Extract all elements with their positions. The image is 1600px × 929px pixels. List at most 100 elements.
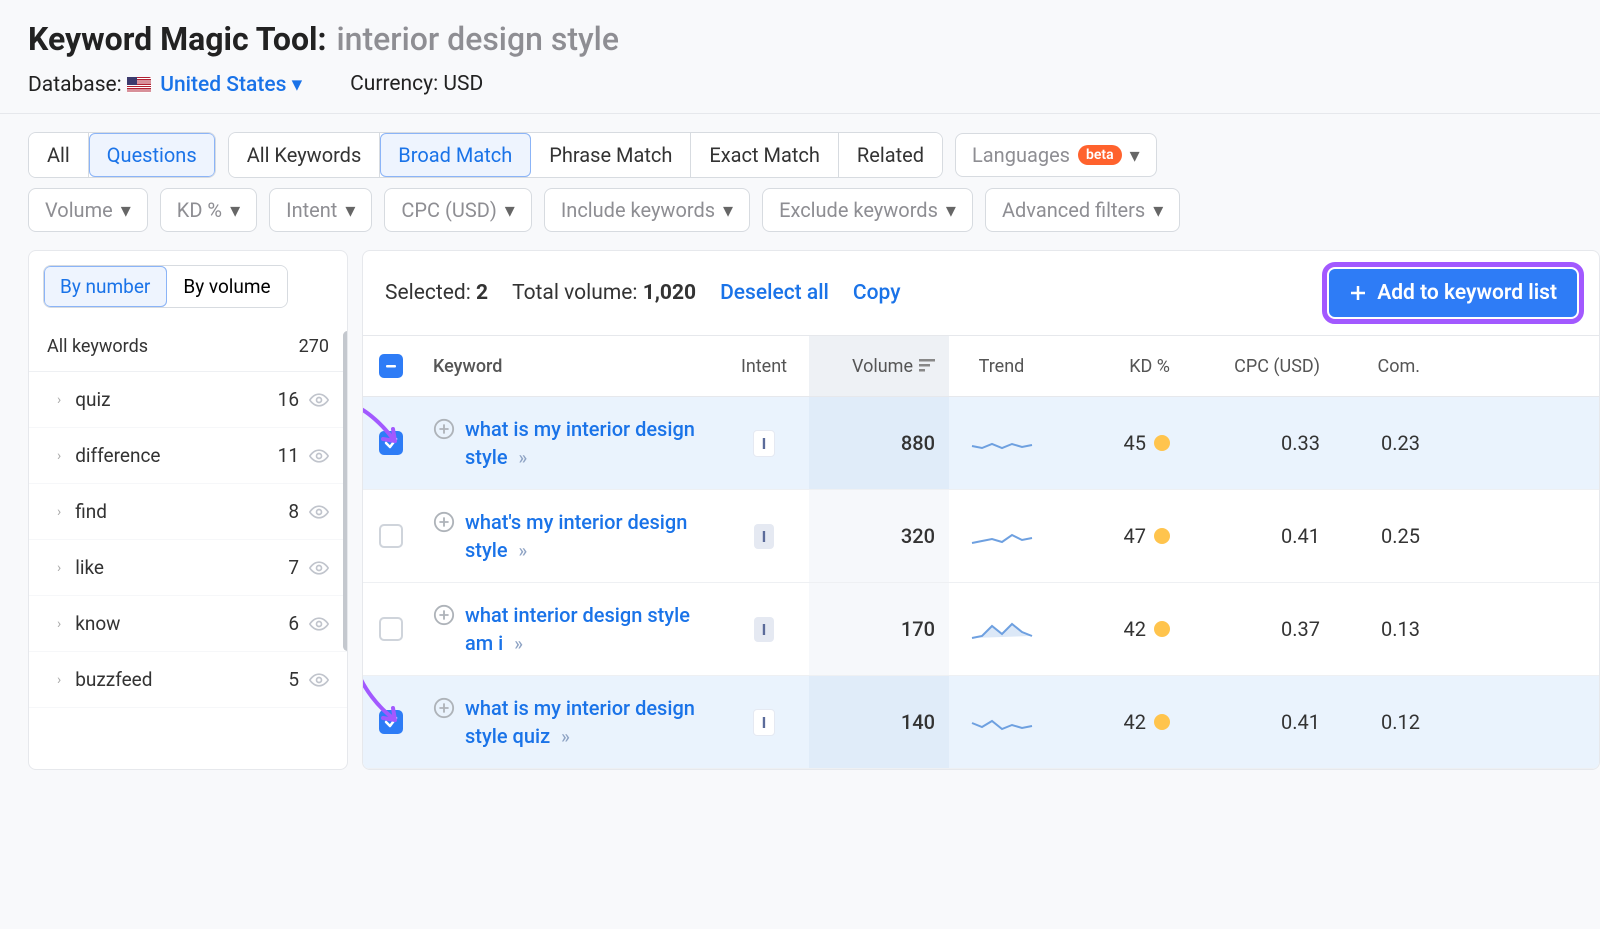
sidebar-group-find[interactable]: › find 8 (29, 484, 347, 540)
sidebar-group-know[interactable]: › know 6 (29, 596, 347, 652)
keyword-link[interactable]: what interior design style am i (465, 603, 690, 655)
trend-sparkline (970, 709, 1034, 735)
keyword-link[interactable]: what is my interior design style (465, 417, 695, 469)
kd-dot-icon (1154, 621, 1170, 637)
chevron-right-icon: › (57, 392, 61, 408)
expand-icon[interactable] (433, 604, 455, 626)
group-count: 5 (288, 668, 299, 691)
database-selector[interactable]: Database: United States ▾ (28, 72, 302, 97)
com-cell: 0.13 (1334, 583, 1434, 675)
select-all-checkbox[interactable] (379, 354, 403, 378)
chevron-down-icon: ▾ (345, 198, 355, 222)
column-com[interactable]: Com. (1334, 336, 1434, 396)
intent-badge: I (754, 524, 775, 549)
group-label: like (75, 556, 104, 579)
include-filter[interactable]: Include keywords▾ (544, 188, 750, 232)
sidebar-group-difference[interactable]: ›difference11 (29, 428, 347, 484)
sidebar-group-like[interactable]: ›like7 (29, 540, 347, 596)
group-label: know (75, 612, 120, 635)
callout-arrow-icon (362, 649, 401, 753)
column-cpc[interactable]: CPC (USD) (1184, 336, 1334, 396)
serp-icon[interactable]: » (514, 634, 523, 655)
sidebar-all-keywords[interactable]: All keywords 270 (29, 322, 347, 372)
advanced-filter[interactable]: Advanced filters▾ (985, 188, 1180, 232)
volume-cell: 170 (809, 583, 949, 675)
scrollbar[interactable] (343, 331, 348, 651)
column-volume[interactable]: Volume (809, 336, 949, 396)
trend-sparkline (970, 616, 1034, 642)
eye-icon (309, 502, 329, 522)
eye-icon (309, 558, 329, 578)
cpc-cell: 0.33 (1184, 397, 1334, 489)
table-header: Keyword Intent Volume Trend KD % CPC (US… (363, 335, 1599, 397)
group-count: 7 (288, 556, 299, 579)
keyword-link[interactable]: what is my interior design style quiz (465, 696, 695, 748)
row-checkbox[interactable] (379, 524, 403, 548)
group-count: 6 (288, 612, 299, 635)
eye-icon (309, 670, 329, 690)
expand-icon[interactable] (433, 418, 455, 440)
tab-all-keywords[interactable]: All Keywords (229, 133, 381, 177)
cpc-cell: 0.41 (1184, 676, 1334, 768)
column-trend[interactable]: Trend (949, 336, 1054, 396)
tab-broad-match[interactable]: Broad Match (380, 133, 531, 177)
chevron-down-icon: ▾ (723, 198, 733, 222)
table-row: what is my interior design style quiz » I… (363, 676, 1599, 769)
row-checkbox[interactable] (379, 617, 403, 641)
kd-filter[interactable]: KD %▾ (160, 188, 257, 232)
tab-exact-match[interactable]: Exact Match (691, 133, 839, 177)
query-text: interior design style (337, 20, 619, 58)
group-label: find (75, 500, 107, 523)
chevron-down-icon: ▾ (1153, 198, 1163, 222)
deselect-all-button[interactable]: Deselect all (720, 281, 829, 305)
chevron-down-icon: ▾ (946, 198, 956, 222)
eye-icon (309, 614, 329, 634)
chevron-right-icon: › (57, 504, 61, 520)
volume-filter[interactable]: Volume▾ (28, 188, 148, 232)
chevron-down-icon: ▾ (121, 198, 131, 222)
tab-phrase-match[interactable]: Phrase Match (531, 133, 691, 177)
group-count: 11 (278, 444, 299, 467)
serp-icon[interactable]: » (519, 541, 528, 562)
sidebar-group-quiz[interactable]: ›quiz16 (29, 372, 347, 428)
flag-us-icon (127, 77, 151, 93)
kd-cell: 42 (1054, 583, 1184, 675)
tab-related[interactable]: Related (839, 133, 942, 177)
column-kd[interactable]: KD % (1054, 336, 1184, 396)
scope-segment: All Questions (28, 132, 216, 178)
tab-questions[interactable]: Questions (89, 133, 215, 177)
chevron-right-icon: › (57, 616, 61, 632)
cpc-filter[interactable]: CPC (USD)▾ (384, 188, 531, 232)
chevron-right-icon: › (57, 672, 61, 688)
languages-filter[interactable]: Languages beta ▾ (955, 133, 1157, 177)
tab-all[interactable]: All (29, 133, 89, 177)
expand-icon[interactable] (433, 511, 455, 533)
sort-by-volume[interactable]: By volume (167, 266, 286, 307)
copy-button[interactable]: Copy (853, 281, 901, 305)
volume-cell: 880 (809, 397, 949, 489)
com-cell: 0.23 (1334, 397, 1434, 489)
kd-cell: 45 (1054, 397, 1184, 489)
sort-by-number[interactable]: By number (44, 266, 167, 307)
intent-filter[interactable]: Intent▾ (269, 188, 372, 232)
sort-desc-icon (919, 359, 935, 373)
groups-sidebar: By number By volume All keywords 270 ›qu… (28, 250, 348, 770)
eye-icon (309, 446, 329, 466)
chevron-down-icon: ▾ (505, 198, 515, 222)
add-to-keyword-list-button[interactable]: Add to keyword list (1329, 269, 1577, 317)
keyword-link[interactable]: what's my interior design style (465, 510, 687, 562)
column-intent[interactable]: Intent (719, 336, 809, 396)
group-count: 8 (288, 500, 299, 523)
chevron-down-icon: ▾ (292, 73, 303, 97)
serp-icon[interactable]: » (519, 448, 528, 469)
column-keyword[interactable]: Keyword (419, 336, 719, 396)
sidebar-group-buzzfeed[interactable]: ›buzzfeed5 (29, 652, 347, 708)
beta-badge: beta (1078, 145, 1122, 165)
expand-icon[interactable] (433, 697, 455, 719)
exclude-filter[interactable]: Exclude keywords▾ (762, 188, 973, 232)
com-cell: 0.12 (1334, 676, 1434, 768)
chevron-right-icon: › (57, 448, 61, 464)
serp-icon[interactable]: » (561, 727, 570, 748)
intent-badge: I (753, 430, 776, 457)
intent-badge: I (753, 709, 776, 736)
